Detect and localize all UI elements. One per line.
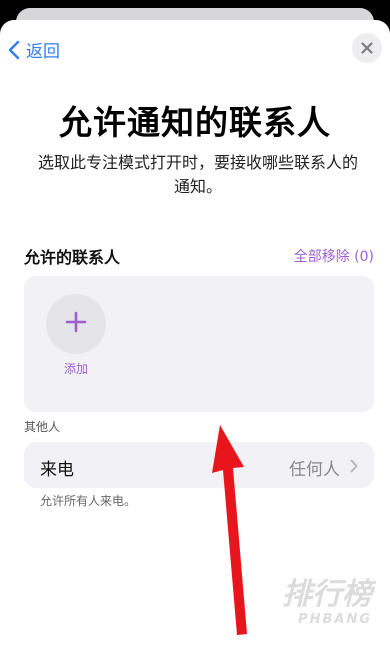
plus-icon <box>65 311 87 337</box>
chevron-left-icon <box>8 40 20 60</box>
others-section-label: 其他人 <box>24 420 61 434</box>
page-title: 允许通知的联系人 <box>59 103 331 142</box>
close-icon <box>361 39 373 58</box>
calls-value: 任何人 <box>289 460 340 480</box>
calls-footnote: 允许所有人来电。 <box>40 494 137 508</box>
watermark-cn: 排行榜 <box>282 577 372 612</box>
watermark-en: PHBANG <box>298 612 372 627</box>
back-button[interactable]: 返回 <box>8 37 60 62</box>
add-contact-label: 添加 <box>63 362 88 376</box>
calls-value-group: 任何人 <box>289 455 358 480</box>
allowed-contacts-heading: 允许的联系人 <box>24 248 121 267</box>
chevron-right-icon <box>340 458 358 478</box>
page-subtitle: 选取此专注模式打开时，要接收哪些联系人的通知。 <box>37 153 358 196</box>
screen: 返回 允许通知的联系人 选取此专注模式打开时，要接收哪些联系人的通知。 允许的联… <box>0 0 390 649</box>
focus-contacts-sheet: 返回 允许通知的联系人 选取此专注模式打开时，要接收哪些联系人的通知。 允许的联… <box>0 20 390 649</box>
back-label: 返回 <box>26 42 60 62</box>
remove-all-button[interactable]: 全部移除 (0) <box>294 246 374 266</box>
allowed-contacts-card: 添加 <box>24 276 374 412</box>
watermark-logo: 排行榜 PHBANG <box>282 577 372 628</box>
calls-row[interactable]: 来电 任何人 <box>24 442 374 488</box>
close-button[interactable] <box>352 33 382 63</box>
calls-label: 来电 <box>40 460 74 480</box>
add-contact-button[interactable] <box>46 294 106 354</box>
